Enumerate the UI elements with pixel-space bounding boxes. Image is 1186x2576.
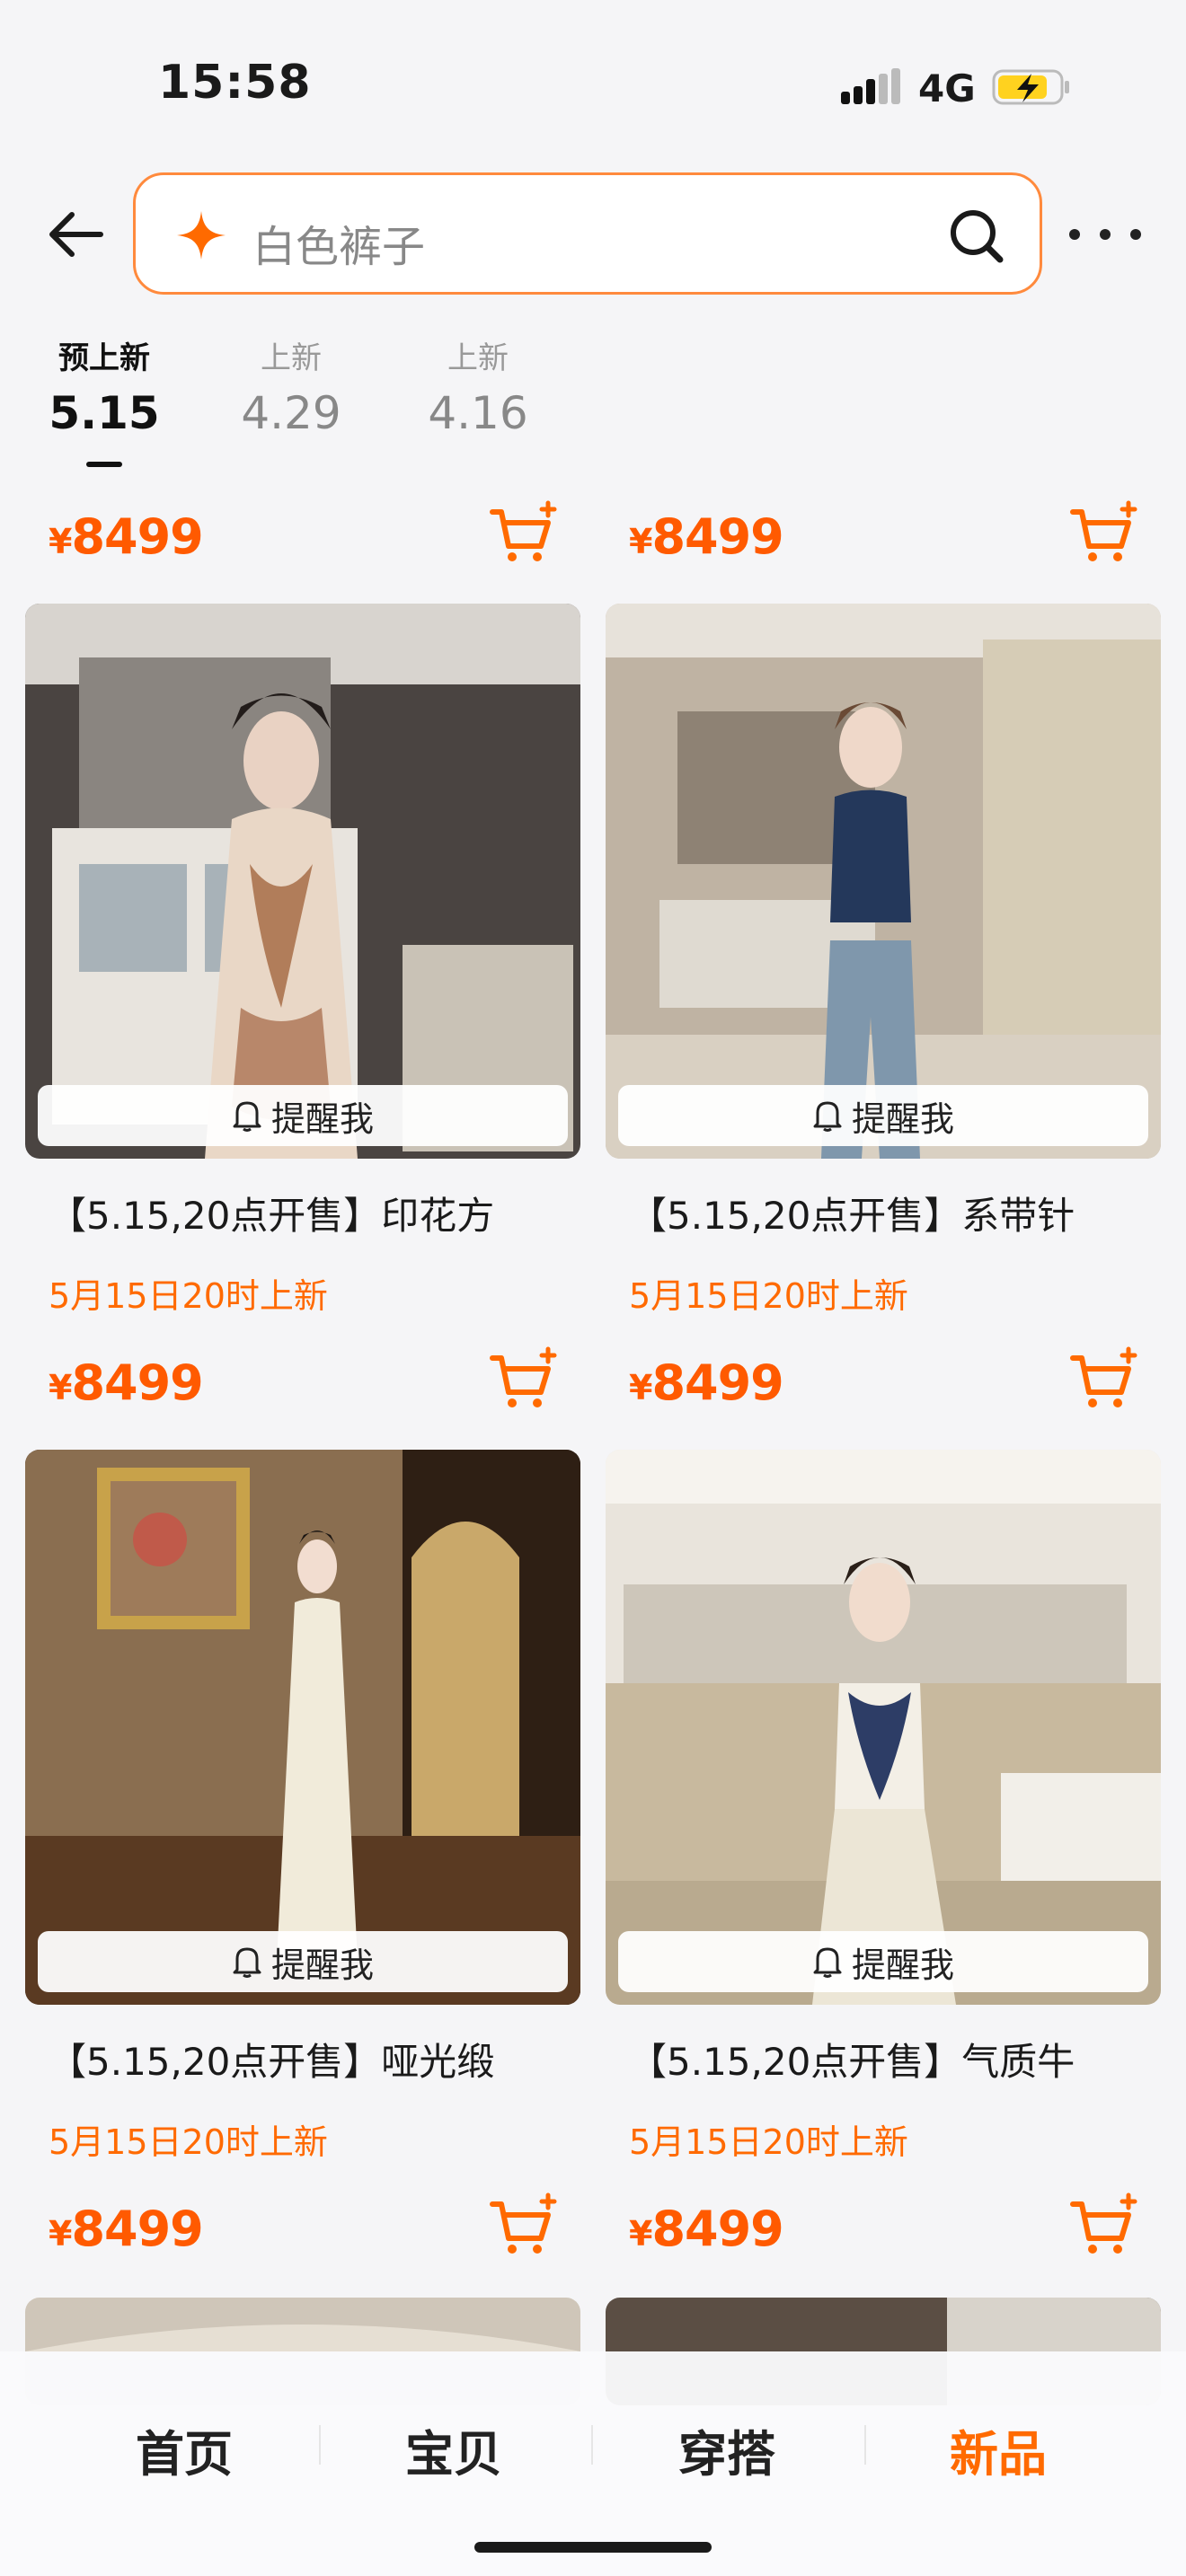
launch-time: 5月15日20时上新 (629, 1276, 908, 1316)
more-options-button[interactable] (1069, 212, 1141, 257)
tab-date: 5.15 (49, 387, 160, 439)
launch-time: 5月15日20时上新 (629, 2122, 908, 2162)
product-image[interactable]: 提醒我 (25, 604, 580, 1159)
remind-me-button[interactable]: 提醒我 (38, 1931, 568, 1992)
bell-icon (813, 1101, 842, 1132)
remind-label: 提醒我 (270, 1945, 374, 1985)
price-label: ¥8499 (629, 2200, 784, 2257)
remind-me-button[interactable]: 提醒我 (618, 1085, 1148, 1146)
remind-me-button[interactable]: 提醒我 (618, 1931, 1148, 1992)
price-label: ¥8499 (49, 1354, 204, 1411)
add-to-cart-icon[interactable] (1067, 2192, 1139, 2263)
nav-outfits[interactable]: 穿搭 (579, 2414, 875, 2485)
product-title[interactable]: 【5.15,20点开售】哑光缎 (49, 2032, 604, 2086)
add-to-cart-icon[interactable] (487, 499, 559, 571)
status-time: 15:58 (158, 56, 312, 110)
tab-label: 上新 (447, 340, 509, 376)
tab-date-4-29[interactable]: 上新 4.29 (210, 338, 372, 447)
product-image[interactable]: 提醒我 (25, 1450, 580, 2005)
battery-charging-icon (992, 69, 1069, 105)
tab-date-4-16[interactable]: 上新 4.16 (397, 338, 559, 447)
product-title[interactable]: 【5.15,20点开售】气质牛 (629, 2032, 1184, 2086)
price-label: ¥8499 (49, 507, 204, 565)
bell-icon (233, 1101, 261, 1132)
home-indicator[interactable] (474, 2542, 712, 2553)
product-photo (25, 604, 580, 1159)
dot-icon (1069, 229, 1080, 240)
remind-label: 提醒我 (851, 1098, 954, 1139)
remind-label: 提醒我 (851, 1945, 954, 1985)
tab-date-5-15[interactable]: 预上新 5.15 (23, 338, 185, 447)
product-image[interactable]: 提醒我 (606, 604, 1161, 1159)
nav-new-arrivals[interactable]: 新品 (850, 2414, 1146, 2485)
add-to-cart-icon[interactable] (1067, 499, 1139, 571)
search-icon[interactable] (946, 206, 1005, 265)
product-photo (25, 1450, 580, 2005)
sparkle-icon (177, 211, 226, 260)
tab-label: 预上新 (58, 340, 150, 376)
price-label: ¥8499 (629, 1354, 784, 1411)
tab-date: 4.29 (241, 387, 341, 439)
tab-label: 上新 (261, 340, 322, 376)
launch-time: 5月15日20时上新 (49, 1276, 328, 1316)
tab-date: 4.16 (428, 387, 528, 439)
status-bar: 15:58 4G (0, 0, 1186, 171)
remind-me-button[interactable]: 提醒我 (38, 1085, 568, 1146)
remind-label: 提醒我 (270, 1098, 374, 1139)
dot-icon (1130, 229, 1141, 240)
search-query-text: 白色裤子 (252, 222, 426, 272)
product-title[interactable]: 【5.15,20点开售】系带针 (629, 1186, 1184, 1240)
price-label: ¥8499 (49, 2200, 204, 2257)
add-to-cart-icon[interactable] (487, 2192, 559, 2263)
nav-home[interactable]: 首页 (36, 2414, 332, 2485)
product-photo (606, 1450, 1161, 2005)
product-title[interactable]: 【5.15,20点开售】印花方 (49, 1186, 604, 1240)
search-input[interactable]: 白色裤子 (133, 172, 1042, 295)
product-image[interactable]: 提醒我 (606, 1450, 1161, 2005)
active-tab-indicator (86, 462, 122, 467)
arrow-left-icon (49, 212, 103, 257)
network-type: 4G (918, 66, 976, 110)
add-to-cart-icon[interactable] (487, 1345, 559, 1417)
nav-products[interactable]: 宝贝 (305, 2414, 602, 2485)
price-label: ¥8499 (629, 507, 784, 565)
add-to-cart-icon[interactable] (1067, 1345, 1139, 1417)
back-button[interactable] (45, 203, 108, 266)
launch-time: 5月15日20时上新 (49, 2122, 328, 2162)
signal-strength-icon (841, 68, 900, 104)
dot-icon (1100, 229, 1111, 240)
product-photo (606, 604, 1161, 1159)
bell-icon (233, 1947, 261, 1978)
bell-icon (813, 1947, 842, 1978)
